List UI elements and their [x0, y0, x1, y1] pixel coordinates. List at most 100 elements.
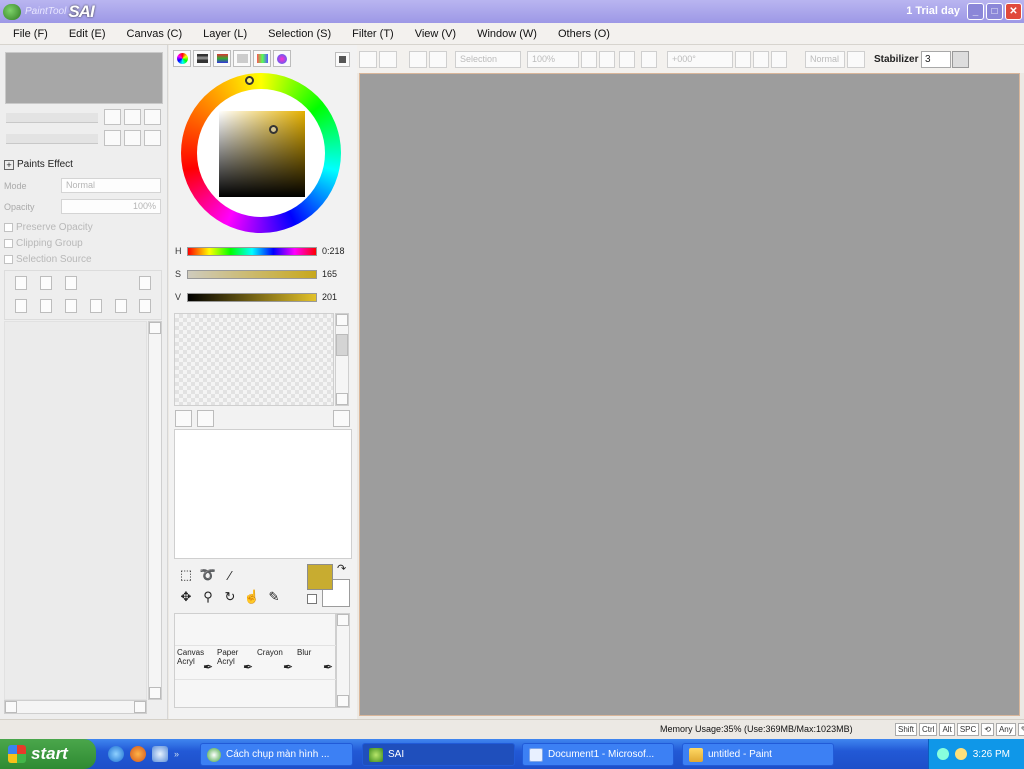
rotate-reset-button[interactable] [771, 51, 787, 68]
zoom-out-button[interactable] [581, 51, 597, 68]
rotate-tool-icon[interactable]: ↻ [220, 587, 240, 607]
saturation-slider[interactable] [187, 269, 317, 279]
clipping-group-checkbox[interactable]: Clipping Group [4, 238, 83, 249]
rotate-indicator-icon[interactable]: ⟲ [981, 723, 994, 736]
brush-crayon[interactable]: Crayon ✒ [257, 648, 297, 678]
scroll-up-icon[interactable] [336, 314, 348, 326]
move-tool-icon[interactable]: ✥ [176, 587, 196, 607]
swap-colors-icon[interactable]: ↷ [337, 562, 346, 575]
clock[interactable]: 3:26 PM [973, 749, 1010, 760]
menu-others[interactable]: Others (O) [545, 28, 618, 40]
layer-list-hscrollbar[interactable] [4, 700, 147, 714]
rotate-right-button[interactable] [753, 51, 769, 68]
task-chrome[interactable]: Cách chụp màn hình ... [200, 743, 353, 766]
scroll-down-icon[interactable] [149, 687, 161, 699]
selection-toggle[interactable]: Selection [455, 51, 521, 68]
any-key-indicator[interactable]: Any [995, 723, 1016, 736]
scroll-left-icon[interactable] [5, 701, 17, 713]
menu-view[interactable]: View (V) [402, 28, 464, 40]
menu-filter[interactable]: Filter (T) [339, 28, 402, 40]
transparent-color-icon[interactable] [307, 594, 317, 604]
color-swatch-area[interactable] [174, 313, 334, 406]
nav-zoom-reset-button[interactable] [144, 109, 161, 125]
network-icon[interactable] [936, 748, 949, 760]
blend-mode-field[interactable]: Normal [805, 51, 845, 68]
layer-menu-icon[interactable] [139, 276, 151, 290]
maximize-button[interactable]: □ [986, 3, 1003, 20]
deselect-button[interactable] [409, 51, 427, 68]
layer-list-scrollbar[interactable] [148, 321, 162, 700]
scroll-up-icon[interactable] [149, 322, 161, 334]
saturation-value-square[interactable] [219, 111, 305, 197]
lasso-tool-icon[interactable]: ➰ [198, 565, 218, 585]
shift-key-indicator[interactable]: Shift [895, 723, 918, 736]
alt-key-indicator[interactable]: Alt [939, 723, 955, 736]
opacity-slider[interactable]: 100% [61, 199, 161, 214]
rotate-left-button[interactable] [735, 51, 751, 68]
redo-button[interactable] [379, 51, 397, 68]
hue-marker[interactable] [245, 76, 254, 85]
scroll-up-icon[interactable] [337, 614, 349, 626]
new-linework-layer-icon[interactable] [40, 276, 52, 290]
nav-rotate-left-button[interactable] [104, 130, 121, 146]
nav-rotate-right-button[interactable] [124, 130, 141, 146]
zoom-field[interactable]: 100% [527, 51, 579, 68]
menu-window[interactable]: Window (W) [464, 28, 545, 40]
scratchpad-undo-button[interactable] [175, 410, 192, 427]
space-key-indicator[interactable]: SPC [956, 723, 980, 736]
eyedropper-tool-icon[interactable]: ✎ [264, 587, 284, 607]
brush-scrollbar[interactable] [336, 613, 350, 708]
merge-all-icon[interactable] [139, 299, 151, 313]
menu-layer[interactable]: Layer (L) [190, 28, 255, 40]
volume-icon[interactable] [954, 748, 967, 760]
nav-rotate-reset-button[interactable] [144, 130, 161, 146]
mode-dropdown[interactable]: Normal [61, 178, 161, 193]
brush-paper-acryl[interactable]: Paper Acryl ✒ [217, 648, 257, 678]
nav-zoom-in-button[interactable] [124, 109, 141, 125]
brush-canvas-acryl[interactable]: Canvas Acryl ✒ [177, 648, 217, 678]
menu-canvas[interactable]: Canvas (C) [114, 28, 191, 40]
copy-layer-icon[interactable] [15, 299, 27, 313]
hsv-slider-tab[interactable] [213, 50, 231, 67]
primary-color-swatch[interactable] [307, 564, 333, 590]
merge-down-icon[interactable] [65, 299, 77, 313]
rotate-slider[interactable] [6, 134, 98, 144]
show-desktop-icon[interactable] [152, 746, 168, 762]
new-folder-icon[interactable] [65, 276, 77, 290]
preserve-opacity-checkbox[interactable]: Preserve Opacity [4, 222, 93, 233]
menu-edit[interactable]: Edit (E) [56, 28, 114, 40]
stabilizer-dropdown[interactable]: 3 [921, 51, 951, 68]
zoom-tool-icon[interactable]: ⚲ [198, 587, 218, 607]
hue-slider[interactable] [187, 246, 317, 256]
blend-mode-button[interactable] [847, 51, 865, 68]
scratchpad-redo-button[interactable] [197, 410, 214, 427]
color-wheel-tab[interactable] [173, 50, 191, 67]
scratchpad-clear-button[interactable] [333, 410, 350, 427]
layer-list[interactable] [4, 321, 147, 700]
undo-button[interactable] [359, 51, 377, 68]
navigator-preview[interactable] [5, 52, 163, 104]
task-word[interactable]: Document1 - Microsof... [522, 743, 674, 766]
hand-tool-icon[interactable]: ☝ [242, 587, 262, 607]
menu-file[interactable]: File (F) [0, 28, 56, 40]
scroll-right-icon[interactable] [134, 701, 146, 713]
rect-select-tool-icon[interactable]: ⬚ [176, 565, 196, 585]
stabilizer-dropdown-button[interactable] [952, 51, 969, 68]
brush-blur[interactable]: Blur ✒ [297, 648, 337, 678]
firefox-icon[interactable] [130, 746, 146, 762]
rgb-slider-tab[interactable] [193, 50, 211, 67]
menu-selection[interactable]: Selection (S) [255, 28, 339, 40]
scroll-down-icon[interactable] [336, 393, 348, 405]
zoom-reset-button[interactable] [619, 51, 635, 68]
nav-zoom-out-button[interactable] [104, 109, 121, 125]
swatch-scrollbar[interactable] [335, 313, 349, 406]
start-button[interactable]: start [0, 739, 96, 769]
magic-wand-tool-icon[interactable]: ⁄ [220, 565, 240, 585]
delete-layer-icon[interactable] [90, 299, 102, 313]
scratchpad-tab[interactable] [273, 50, 291, 67]
angle-field[interactable]: +000° [667, 51, 733, 68]
task-sai[interactable]: SAI [362, 743, 515, 766]
invert-selection-button[interactable] [429, 51, 447, 68]
swatches-tab[interactable] [253, 50, 271, 67]
selection-source-checkbox[interactable]: Selection Source [4, 254, 92, 265]
